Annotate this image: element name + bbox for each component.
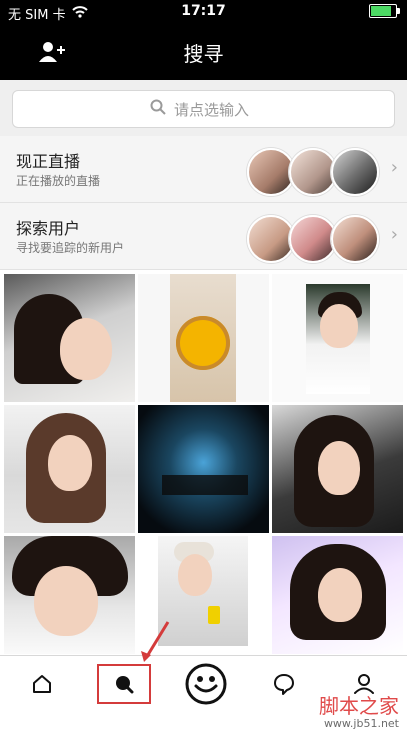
chevron-right-icon: › — [390, 157, 398, 178]
status-right — [369, 4, 400, 18]
tab-home[interactable] — [20, 666, 64, 706]
search-placeholder: 请点选输入 — [173, 100, 249, 119]
search-bar: 请点选输入 — [0, 80, 407, 136]
photo-grid — [4, 274, 403, 654]
photo-tile[interactable] — [4, 274, 135, 402]
avatar — [331, 215, 379, 263]
avatar — [289, 148, 337, 196]
screen: 无 SIM 卡 17:17 搜寻 请点选输入 现正直播 正在播放的直播 › 探索… — [0, 0, 407, 737]
search-tab-highlight — [97, 664, 151, 704]
search-icon — [150, 99, 166, 119]
live-title: 现正直播 — [16, 152, 81, 171]
avatar — [331, 148, 379, 196]
avatar — [247, 148, 295, 196]
photo-tile[interactable] — [138, 405, 269, 533]
photo-tile[interactable] — [4, 536, 135, 654]
header: 搜寻 — [0, 24, 407, 80]
photo-tile[interactable] — [272, 405, 403, 533]
live-row[interactable]: 现正直播 正在播放的直播 › — [0, 136, 407, 203]
arrow-annotation-icon — [134, 618, 174, 666]
status-time: 17:17 — [181, 3, 226, 19]
avatar — [289, 215, 337, 263]
explore-row[interactable]: 探索用户 寻找要追踪的新用户 › — [0, 203, 407, 270]
photo-tile[interactable] — [4, 405, 135, 533]
watermark: 脚本之家 — [319, 694, 399, 718]
status-bar: 无 SIM 卡 17:17 — [0, 0, 407, 24]
live-icon — [184, 662, 228, 710]
chat-icon — [271, 671, 297, 701]
chevron-right-icon: › — [390, 224, 398, 245]
explore-avatars — [247, 215, 379, 263]
photo-tile[interactable] — [272, 536, 403, 654]
watermark-url: www.jb51.net — [323, 717, 399, 730]
explore-subtitle: 寻找要追踪的新用户 — [16, 241, 125, 255]
photo-tile[interactable] — [272, 274, 403, 402]
page-title: 搜寻 — [183, 42, 224, 66]
photo-tile[interactable] — [138, 274, 269, 402]
live-subtitle: 正在播放的直播 — [16, 174, 101, 188]
top-bar: 无 SIM 卡 17:17 搜寻 — [0, 0, 407, 80]
home-icon — [30, 672, 54, 700]
tab-live[interactable] — [182, 662, 230, 710]
search-input[interactable]: 请点选输入 — [12, 90, 395, 128]
tab-chat[interactable] — [262, 666, 306, 706]
battery-fill — [371, 6, 392, 16]
live-avatars — [247, 148, 379, 196]
battery-icon — [369, 4, 400, 18]
avatar — [247, 215, 295, 263]
explore-title: 探索用户 — [16, 219, 81, 238]
